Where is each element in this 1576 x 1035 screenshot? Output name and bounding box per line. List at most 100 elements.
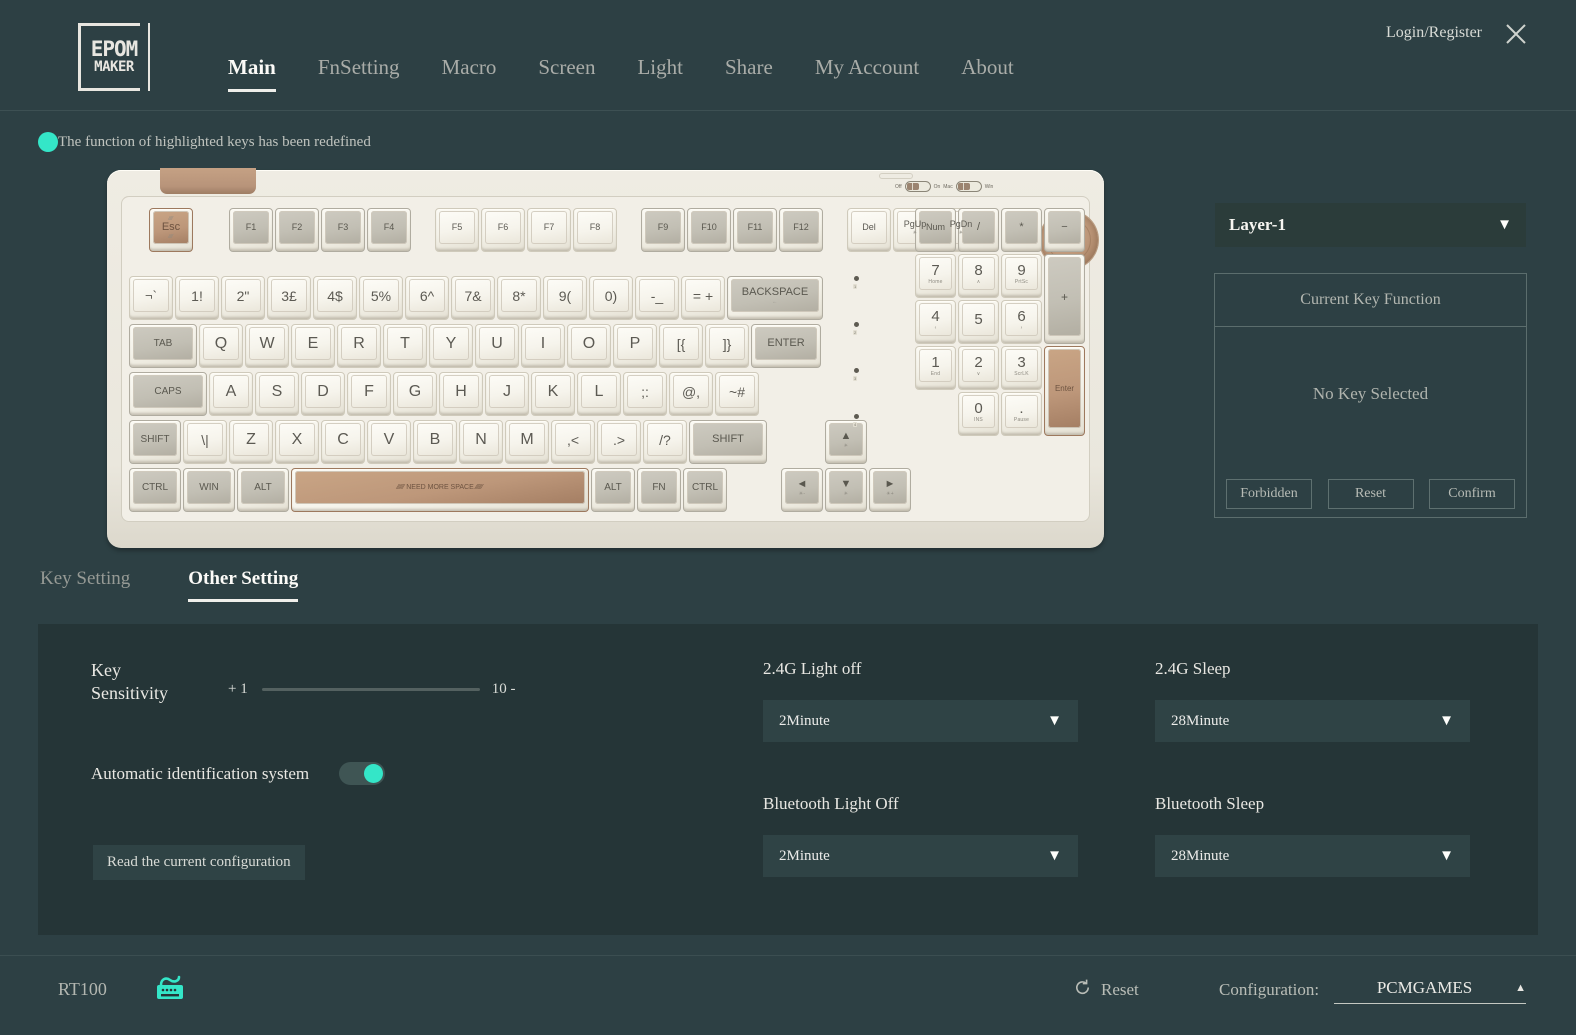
key--r1c0[interactable]: ¬` (129, 276, 173, 320)
select-2-4g-sleep[interactable]: 28Minute ▼ (1155, 700, 1470, 742)
nav-item-macro[interactable]: Macro (442, 55, 497, 96)
key-f2-r0c3[interactable]: F2 (275, 208, 319, 252)
mini-switch-0[interactable] (904, 181, 931, 192)
select-bluetooth-sleep[interactable]: 28Minute ▼ (1155, 835, 1470, 877)
key-shift-r4c12[interactable]: SHIFT (689, 420, 767, 464)
key-fn-r5c5[interactable]: FN (637, 468, 681, 512)
key-h-r3c6[interactable]: H (439, 372, 483, 416)
key-o-r2c9[interactable]: O (567, 324, 611, 368)
key-enter-r2c13[interactable]: ENTER (751, 324, 821, 368)
key--r1c12[interactable]: = + (681, 276, 725, 320)
numpad-key-enter-14[interactable]: Enter (1044, 346, 1085, 436)
key-z-r4c2[interactable]: Z (229, 420, 273, 464)
key-needmorespace-r5c3[interactable]: ⁄⁄⁄⁄⁄⁄ NEED MORE SPACE ⁄⁄⁄⁄⁄⁄ (291, 468, 589, 512)
key-7-r1c7[interactable]: 7& (451, 276, 495, 320)
confirm-button[interactable]: Confirm (1429, 479, 1515, 509)
key--r1c11[interactable]: -_ (635, 276, 679, 320)
key-n-r4c7[interactable]: N (459, 420, 503, 464)
key-f12-r0c15[interactable]: F12 (779, 208, 823, 252)
key-tab-r2c0[interactable]: TAB (129, 324, 197, 368)
numpad-key-3-13[interactable]: 3 ScrLK (1001, 346, 1042, 390)
numpad-key-7-4[interactable]: 7 Home (915, 254, 956, 298)
login-register-link[interactable]: Login/Register (1386, 24, 1482, 42)
keyboard-icon[interactable] (152, 974, 188, 1006)
numpad-key-0-15[interactable]: 0 INS (958, 392, 999, 436)
key-k-r3c8[interactable]: K (531, 372, 575, 416)
select-2-4g-light-off[interactable]: 2Minute ▼ (763, 700, 1078, 742)
read-current-configuration-button[interactable]: Read the current configuration (93, 845, 305, 880)
key-t-r2c5[interactable]: T (383, 324, 427, 368)
arrow-key-3[interactable]: ► ☀+ (869, 468, 911, 512)
key-caps-r3c0[interactable]: CAPS (129, 372, 207, 416)
key-b-r4c6[interactable]: B (413, 420, 457, 464)
numpad-key--3[interactable]: − (1044, 208, 1085, 252)
key-p-r2c10[interactable]: P (613, 324, 657, 368)
key-q-r2c1[interactable]: Q (199, 324, 243, 368)
key-1-r1c1[interactable]: 1! (175, 276, 219, 320)
key-esc-r0c0[interactable]: ⁄⁄⁄⁄ Esc ⁄⁄⁄⁄ (149, 208, 193, 252)
key-d-r3c3[interactable]: D (301, 372, 345, 416)
key-5-r1c5[interactable]: 5% (359, 276, 403, 320)
key-backspace-r1c13[interactable]: BACKSPACE ← (727, 276, 823, 320)
key-f1-r0c2[interactable]: F1 (229, 208, 273, 252)
numpad-key-6-10[interactable]: 6 › (1001, 300, 1042, 344)
key-ctrl-r5c6[interactable]: CTRL (683, 468, 727, 512)
key-u-r2c7[interactable]: U (475, 324, 519, 368)
keyboard-mode-switches[interactable]: Off On Mac Win (895, 181, 993, 192)
key-e-r2c3[interactable]: E (291, 324, 335, 368)
nav-item-share[interactable]: Share (725, 55, 773, 96)
key--r2c11[interactable]: [{ (659, 324, 703, 368)
key-l-r3c9[interactable]: L (577, 372, 621, 416)
numpad-key--16[interactable]: . Pause (1001, 392, 1042, 436)
key-sensitivity-slider[interactable] (261, 688, 480, 691)
numpad-key--7[interactable]: + (1044, 254, 1085, 344)
key-2-r1c2[interactable]: 2" (221, 276, 265, 320)
key-f4-r0c5[interactable]: F4 (367, 208, 411, 252)
numpad-key-9-6[interactable]: 9 PrtSc (1001, 254, 1042, 298)
arrow-key-2[interactable]: ▼ ☀ (825, 468, 867, 512)
key-del-r0c17[interactable]: Del (847, 208, 891, 252)
key--r4c10[interactable]: .> (597, 420, 641, 464)
key-shift-r4c0[interactable]: SHIFT (129, 420, 181, 464)
key--r2c12[interactable]: ]} (705, 324, 749, 368)
key-x-r4c3[interactable]: X (275, 420, 319, 464)
reset-button[interactable]: Reset (1073, 978, 1139, 1002)
numpad-key-1-11[interactable]: 1 End (915, 346, 956, 390)
key--r3c10[interactable]: ;: (623, 372, 667, 416)
key-3-r1c3[interactable]: 3£ (267, 276, 311, 320)
key-m-r4c8[interactable]: M (505, 420, 549, 464)
key--r3c12[interactable]: ~# (715, 372, 759, 416)
key-c-r4c4[interactable]: C (321, 420, 365, 464)
key-f3-r0c4[interactable]: F3 (321, 208, 365, 252)
key--r4c11[interactable]: /? (643, 420, 687, 464)
key-f11-r0c14[interactable]: F11 (733, 208, 777, 252)
key-r-r2c4[interactable]: R (337, 324, 381, 368)
nav-item-light[interactable]: Light (637, 55, 683, 96)
numpad-key--2[interactable]: * (1001, 208, 1042, 252)
numpad-key-4-8[interactable]: 4 ‹ (915, 300, 956, 344)
key-6-r1c6[interactable]: 6^ (405, 276, 449, 320)
key-a-r3c1[interactable]: A (209, 372, 253, 416)
key--r4c9[interactable]: ,< (551, 420, 595, 464)
tab-key-setting[interactable]: Key Setting (40, 568, 130, 605)
key-win-r5c1[interactable]: WIN (183, 468, 235, 512)
key--r4c1[interactable]: \| (183, 420, 227, 464)
key-f-r3c4[interactable]: F (347, 372, 391, 416)
nav-item-main[interactable]: Main (228, 55, 276, 96)
key-f9-r0c12[interactable]: F9 (641, 208, 685, 252)
key--r3c11[interactable]: @, (669, 372, 713, 416)
key-9-r1c9[interactable]: 9( (543, 276, 587, 320)
nav-item-my-account[interactable]: My Account (815, 55, 919, 96)
numpad-key-8-5[interactable]: 8 ∧ (958, 254, 999, 298)
select-bluetooth-light-off[interactable]: 2Minute ▼ (763, 835, 1078, 877)
key-i-r2c8[interactable]: I (521, 324, 565, 368)
key-4-r1c4[interactable]: 4$ (313, 276, 357, 320)
mini-switch-2[interactable] (955, 181, 982, 192)
key-y-r2c6[interactable]: Y (429, 324, 473, 368)
layer-selector[interactable]: Layer-1 ▼ (1215, 203, 1526, 247)
arrow-key-0[interactable]: ▲ ☀ (825, 420, 867, 464)
automatic-identification-toggle[interactable] (339, 762, 386, 785)
key-alt-r5c2[interactable]: ALT (237, 468, 289, 512)
key-w-r2c2[interactable]: W (245, 324, 289, 368)
key-j-r3c7[interactable]: J (485, 372, 529, 416)
